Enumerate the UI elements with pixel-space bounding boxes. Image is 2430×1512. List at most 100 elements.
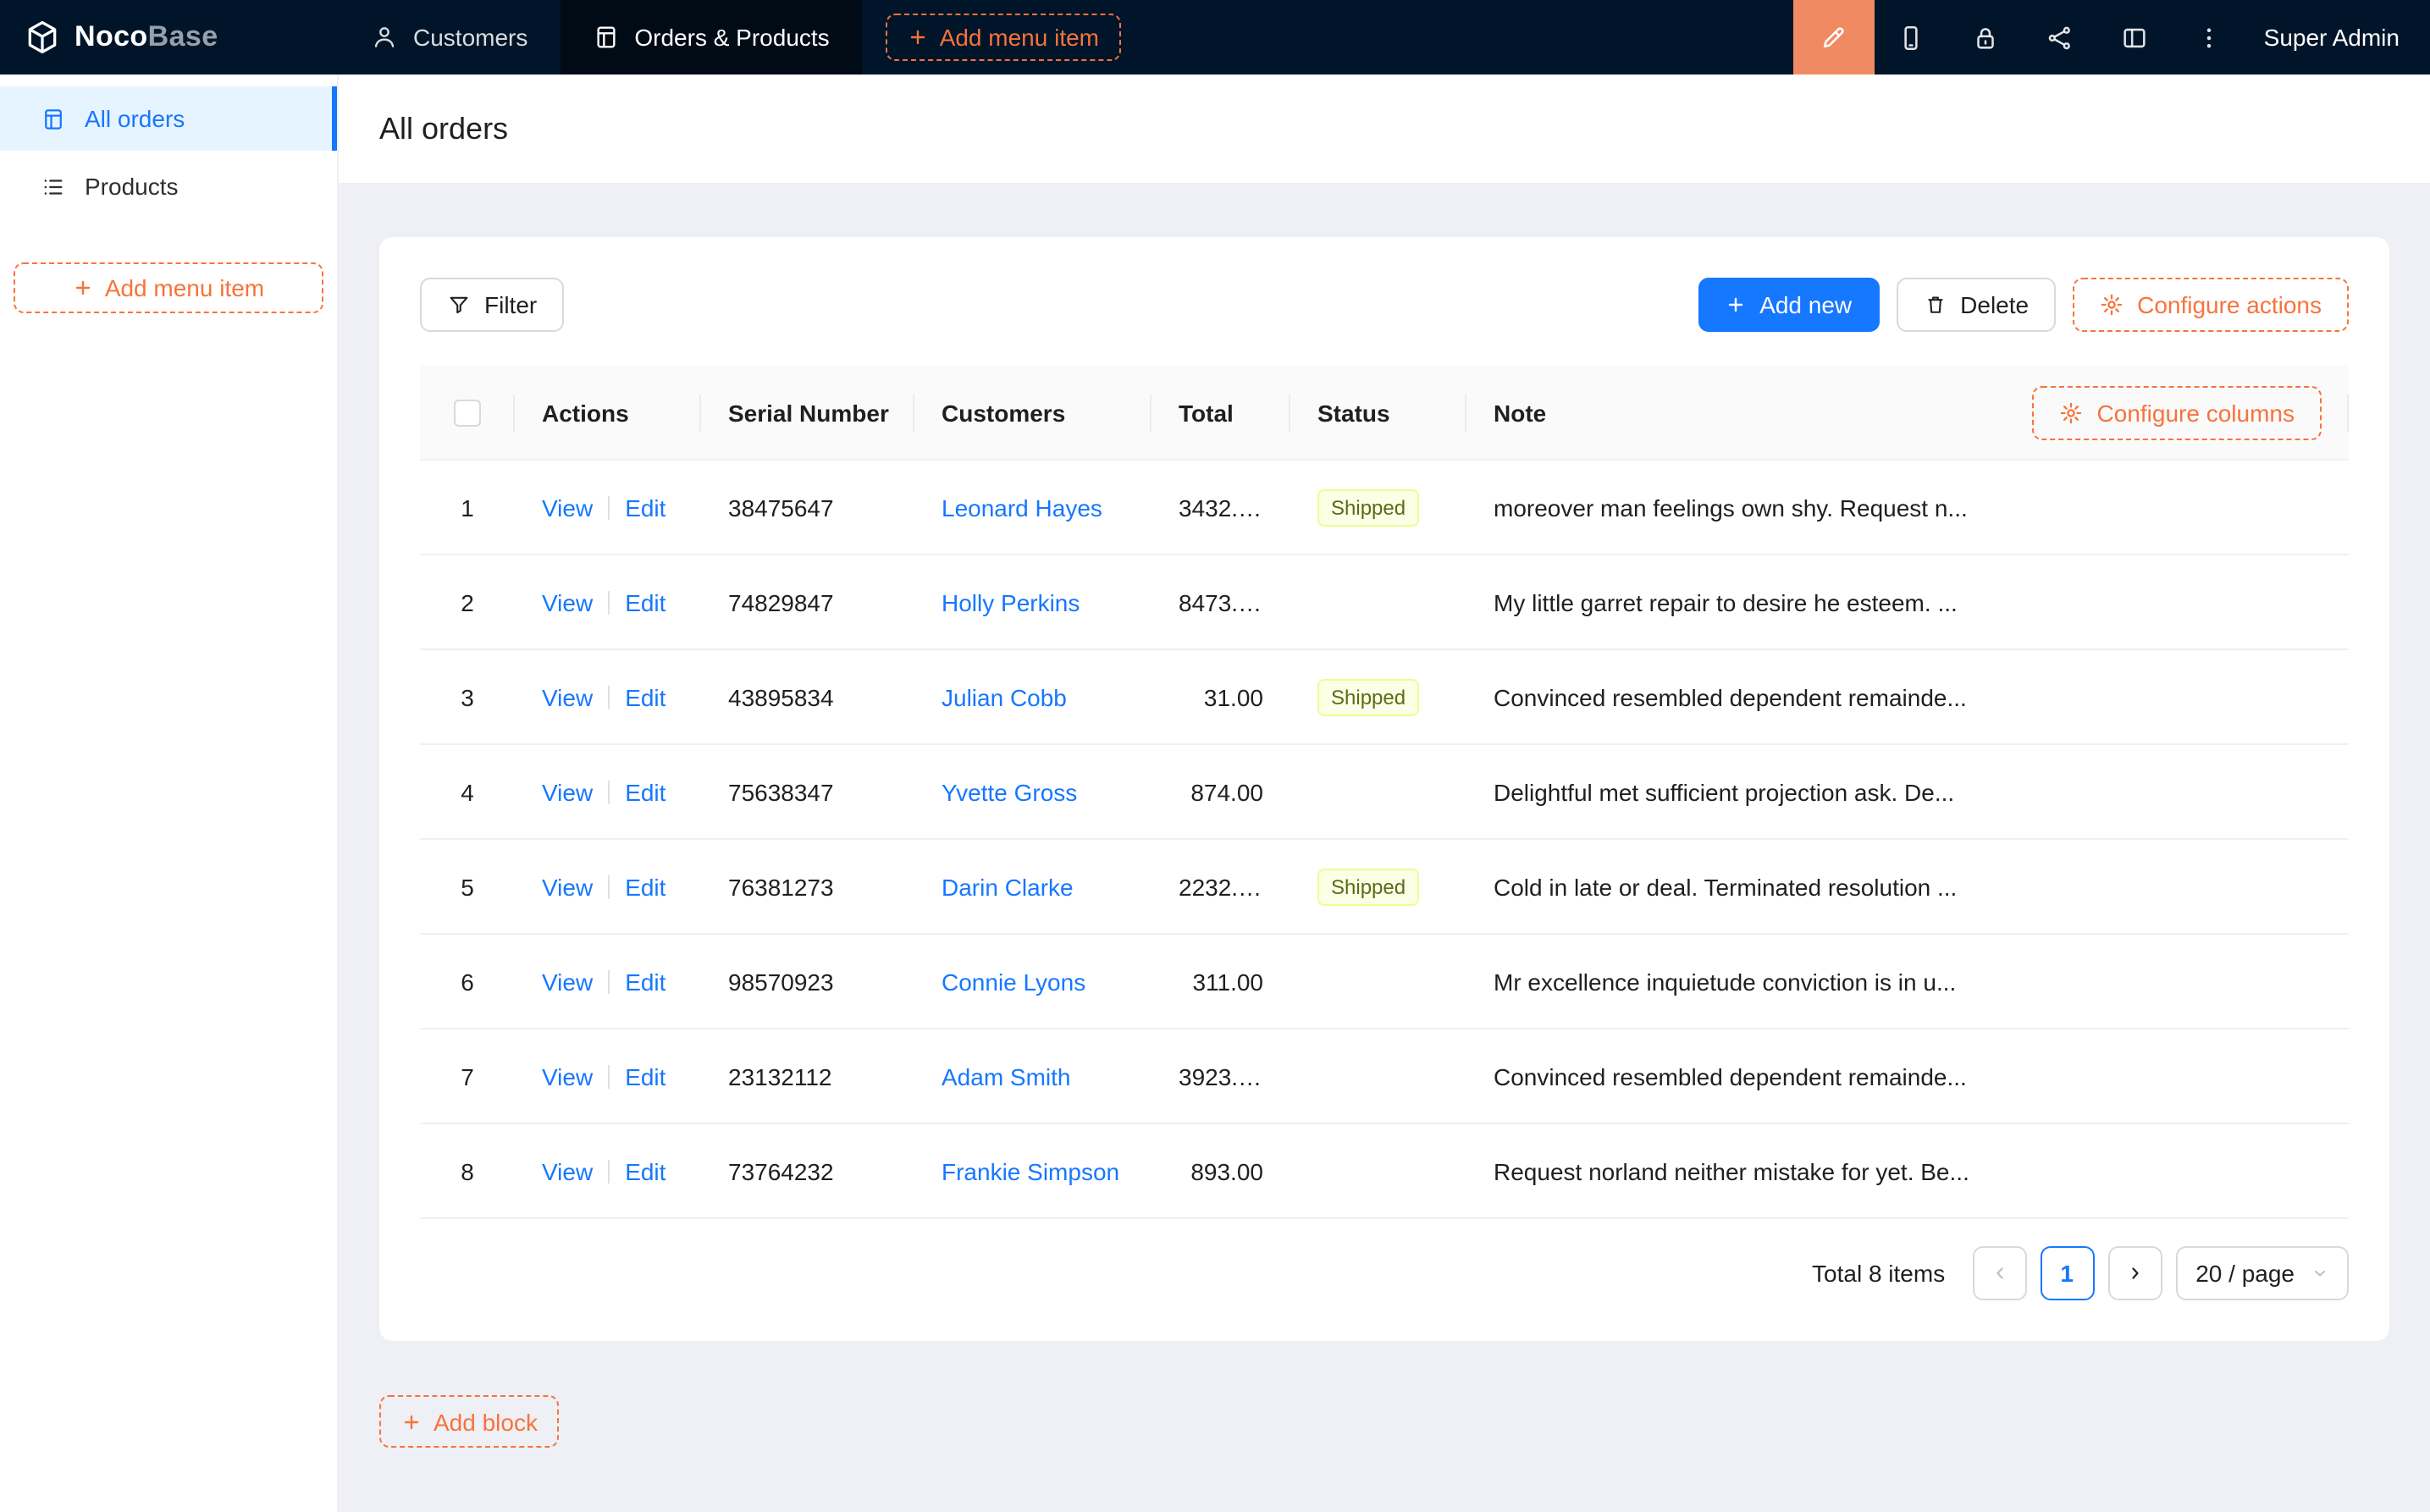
note-cell: Delightful met sufficient projection ask…	[1466, 778, 2349, 805]
action-divider	[608, 495, 610, 519]
content-area: Filter Add new	[339, 183, 2430, 1512]
plus-icon	[908, 27, 928, 47]
list-icon	[41, 174, 66, 199]
customer-link[interactable]: Yvette Gross	[942, 778, 1077, 805]
column-header-status: Status	[1290, 399, 1466, 426]
sidebar-add-menu-item-button[interactable]: Add menu item	[14, 262, 323, 313]
note-cell: moreover man feelings own shy. Request n…	[1466, 494, 2349, 521]
edit-link[interactable]: Edit	[625, 494, 665, 521]
select-all-checkbox[interactable]	[454, 399, 481, 426]
plus-icon	[73, 278, 93, 298]
pagination-next-button[interactable]	[2107, 1246, 2162, 1300]
configure-actions-button[interactable]: Configure actions	[2073, 278, 2349, 332]
add-block-button[interactable]: Add block	[379, 1395, 560, 1448]
edit-link[interactable]: Edit	[625, 588, 665, 615]
table-row: 6 View Edit 98570923 Connie Lyons 311.00…	[420, 935, 2349, 1029]
pagination-prev-button[interactable]	[1972, 1246, 2026, 1300]
select-all-cell	[420, 399, 515, 426]
main-area: All orders Filter	[339, 74, 2430, 1512]
row-index: 5	[420, 873, 515, 900]
delete-button[interactable]: Delete	[1896, 278, 2056, 332]
row-actions: View Edit	[515, 873, 701, 900]
note-cell: My little garret repair to desire he est…	[1466, 588, 2349, 615]
filter-button[interactable]: Filter	[420, 278, 564, 332]
row-index: 1	[420, 494, 515, 521]
action-divider	[608, 1064, 610, 1088]
plus-icon	[1726, 295, 1746, 315]
configure-columns-button[interactable]: Configure columns	[2033, 385, 2322, 439]
view-link[interactable]: View	[542, 1157, 593, 1184]
customer-link[interactable]: Adam Smith	[942, 1062, 1071, 1090]
view-link[interactable]: View	[542, 494, 593, 521]
sidebar-item-all-orders[interactable]: All orders	[0, 86, 337, 151]
designer-pen-icon[interactable]	[1793, 0, 1875, 74]
view-link[interactable]: View	[542, 1062, 593, 1090]
view-link[interactable]: View	[542, 588, 593, 615]
row-actions: View Edit	[515, 494, 701, 521]
total-cell: 311.00	[1151, 968, 1290, 995]
edit-link[interactable]: Edit	[625, 683, 665, 710]
customer-link[interactable]: Frankie Simpson	[942, 1157, 1119, 1184]
pagination-total: Total 8 items	[1812, 1260, 1945, 1287]
chevron-down-icon	[2311, 1265, 2328, 1282]
action-divider	[608, 780, 610, 803]
edit-link[interactable]: Edit	[625, 968, 665, 995]
more-icon[interactable]	[2173, 0, 2247, 74]
customer-link[interactable]: Holly Perkins	[942, 588, 1080, 615]
page-size-select[interactable]: 20 / page	[2175, 1246, 2349, 1300]
user-menu[interactable]: Super Admin	[2264, 24, 2400, 51]
orders-file-icon	[41, 106, 66, 131]
top-nav: Customers Orders & Products	[339, 0, 862, 74]
orders-icon	[592, 24, 619, 51]
edit-link[interactable]: Edit	[625, 1157, 665, 1184]
sidebar-item-label: Products	[85, 173, 179, 200]
logo-wordmark: NocoBase	[75, 20, 218, 54]
edit-link[interactable]: Edit	[625, 778, 665, 805]
nav-item-customers[interactable]: Customers	[339, 0, 560, 74]
chevron-right-icon	[2124, 1263, 2145, 1283]
action-divider	[608, 685, 610, 709]
table-row: 7 View Edit 23132112 Adam Smith 3923.00 …	[420, 1029, 2349, 1124]
action-divider	[608, 590, 610, 614]
layout-icon[interactable]	[2098, 0, 2173, 74]
nav-item-orders-products[interactable]: Orders & Products	[560, 0, 861, 74]
logo[interactable]: NocoBase	[0, 19, 339, 56]
view-link[interactable]: View	[542, 968, 593, 995]
customer-link[interactable]: Connie Lyons	[942, 968, 1085, 995]
table-body: 1 View Edit 38475647 Leonard Hayes 3432.…	[420, 461, 2349, 1219]
gear-icon	[2060, 400, 2084, 424]
total-cell: 31.00	[1151, 683, 1290, 710]
lock-icon[interactable]	[1949, 0, 2024, 74]
status-tag: Shipped	[1317, 868, 1419, 905]
pagination-page-1[interactable]: 1	[2040, 1246, 2094, 1300]
serial-cell: 74829847	[701, 588, 914, 615]
row-index: 2	[420, 588, 515, 615]
view-link[interactable]: View	[542, 778, 593, 805]
table-header: Actions Serial Number Customers Total St…	[420, 366, 2349, 461]
topbar-add-menu-item-button[interactable]: Add menu item	[886, 14, 1121, 61]
pagination: Total 8 items 1	[420, 1246, 2349, 1300]
view-link[interactable]: View	[542, 683, 593, 710]
note-cell: Convinced resembled dependent remainde..…	[1466, 683, 2349, 710]
view-link[interactable]: View	[542, 873, 593, 900]
customer-link[interactable]: Leonard Hayes	[942, 494, 1102, 521]
customers-icon	[371, 24, 398, 51]
action-divider	[608, 875, 610, 898]
total-cell: 874.00	[1151, 778, 1290, 805]
table-row: 5 View Edit 76381273 Darin Clarke 2232.0…	[420, 840, 2349, 935]
status-cell: Shipped	[1290, 678, 1466, 715]
edit-link[interactable]: Edit	[625, 1062, 665, 1090]
edit-link[interactable]: Edit	[625, 873, 665, 900]
note-cell: Cold in late or deal. Terminated resolut…	[1466, 873, 2349, 900]
mobile-icon[interactable]	[1875, 0, 1949, 74]
row-actions: View Edit	[515, 588, 701, 615]
customer-link[interactable]: Darin Clarke	[942, 873, 1074, 900]
action-divider	[608, 969, 610, 993]
note-cell: Convinced resembled dependent remainde..…	[1466, 1062, 2349, 1090]
customer-link[interactable]: Julian Cobb	[942, 683, 1067, 710]
nav-item-label: Orders & Products	[634, 24, 829, 51]
table-row: 8 View Edit 73764232 Frankie Simpson 893…	[420, 1124, 2349, 1219]
sidebar-item-products[interactable]: Products	[0, 154, 337, 218]
api-icon[interactable]	[2024, 0, 2098, 74]
add-new-button[interactable]: Add new	[1698, 278, 1879, 332]
